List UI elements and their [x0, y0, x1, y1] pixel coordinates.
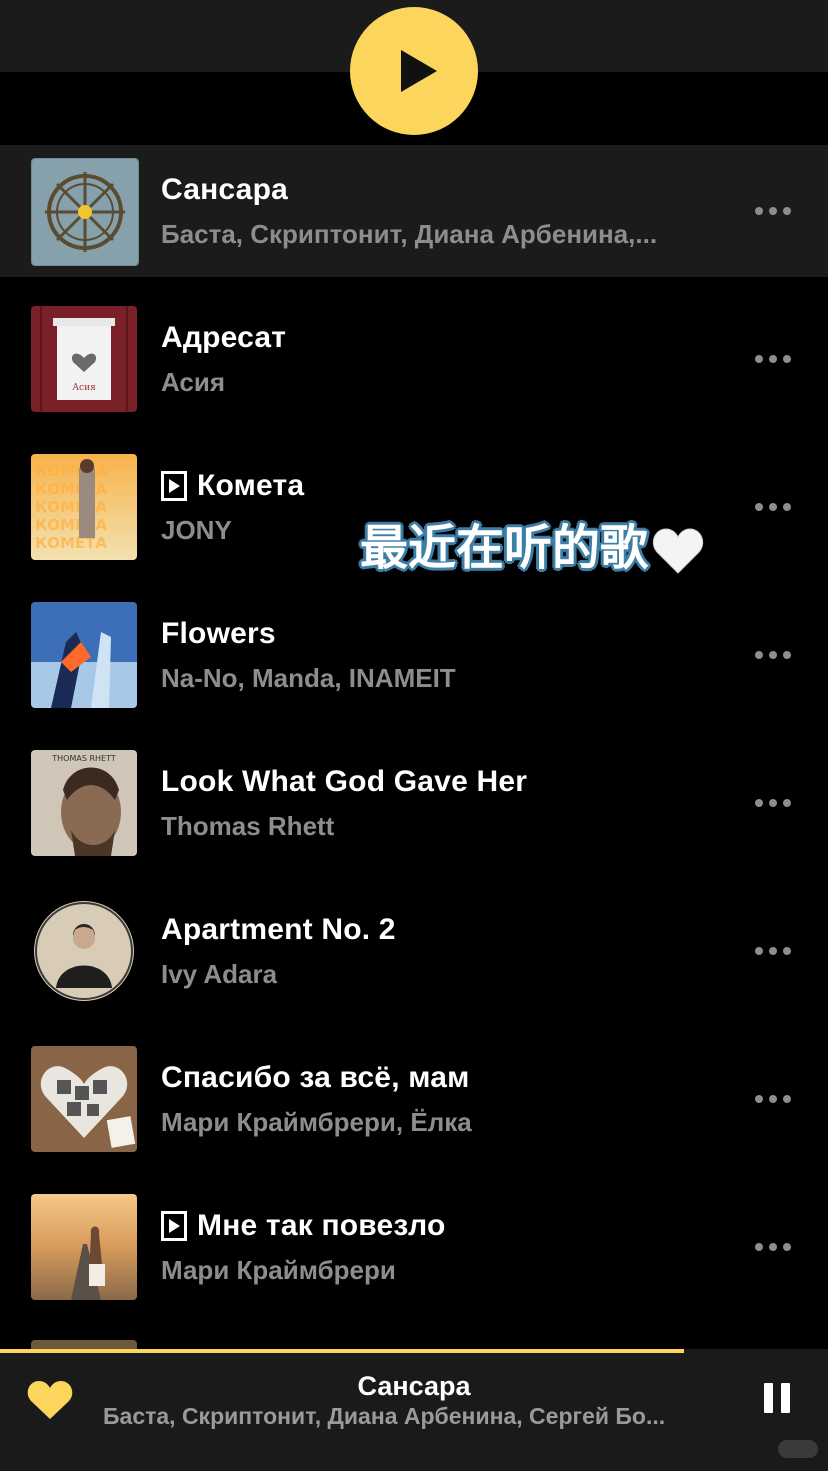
- svg-text:КОМЕТА: КОМЕТА: [35, 498, 107, 516]
- track-title: Look What God Gave Her: [161, 765, 528, 798]
- track-artist: Na-No, Manda, INAMEIT: [161, 663, 456, 693]
- track-row[interactable]: Мне так повезло Мари Краймбрери: [0, 1181, 828, 1313]
- mini-player[interactable]: Сансара Баста, Скриптонит, Диана Арбенин…: [0, 1349, 828, 1471]
- overlay-caption: 最近在听的歌: [360, 508, 704, 578]
- more-button[interactable]: [748, 789, 798, 817]
- overlay-caption-text: 最近在听的歌: [360, 520, 649, 576]
- svg-text:КОМЕТА: КОМЕТА: [35, 462, 107, 480]
- album-cover: [31, 602, 137, 708]
- progress-bar[interactable]: [0, 1349, 684, 1353]
- album-cover: КОМЕТА КОМЕТА КОМЕТА КОМЕТА КОМЕТА: [31, 454, 137, 560]
- track-row[interactable]: Спасибо за всё, мам Мари Краймбрери, Ёлк…: [0, 1033, 828, 1165]
- more-button[interactable]: [748, 345, 798, 373]
- track-row[interactable]: Flowers Na-No, Manda, INAMEIT: [0, 589, 828, 721]
- track-title: Apartment No. 2: [161, 913, 396, 946]
- watermark: [778, 1440, 818, 1458]
- more-button[interactable]: [748, 197, 798, 225]
- track-artist: JONY: [161, 515, 232, 545]
- now-playing-artist[interactable]: Баста, Скриптонит, Диана Арбенина, Серге…: [103, 1403, 725, 1430]
- track-artist: Мари Краймбрери, Ёлка: [161, 1107, 472, 1137]
- track-artist: Асия: [161, 367, 226, 397]
- track-artist: Мари Краймбрери: [161, 1255, 396, 1285]
- track-row[interactable]: THOMAS RHETT Look What God Gave Her Thom…: [0, 737, 828, 869]
- track-title: Сансара: [161, 173, 288, 206]
- track-row[interactable]: Сансара Баста, Скриптонит, Диана Арбенин…: [0, 145, 828, 277]
- track-title: Спасибо за всё, мам: [161, 1061, 470, 1094]
- play-button[interactable]: [350, 7, 478, 135]
- track-title: Мне так повезло: [197, 1209, 446, 1242]
- album-cover: [31, 898, 137, 1004]
- play-icon: [401, 50, 437, 92]
- video-icon: [161, 471, 187, 501]
- track-title: Адресат: [161, 321, 287, 354]
- svg-text:КОМЕТА: КОМЕТА: [35, 480, 107, 498]
- track-row[interactable]: Apartment No. 2 Ivy Adara: [0, 885, 828, 1017]
- now-playing-title[interactable]: Сансара: [0, 1371, 828, 1402]
- more-button[interactable]: [748, 493, 798, 521]
- track-title: Flowers: [161, 617, 276, 650]
- more-button[interactable]: [748, 937, 798, 965]
- video-icon: [161, 1211, 187, 1241]
- more-button[interactable]: [748, 641, 798, 669]
- track-artist: Ivy Adara: [161, 959, 278, 989]
- white-heart-icon: [652, 528, 704, 574]
- more-button[interactable]: [748, 1233, 798, 1261]
- track-row[interactable]: Асия Адресат Асия: [0, 293, 828, 425]
- album-cover: THOMAS RHETT: [31, 750, 137, 856]
- track-title: Комета: [197, 469, 305, 502]
- more-button[interactable]: [748, 1085, 798, 1113]
- svg-text:КОМЕТА: КОМЕТА: [35, 516, 107, 534]
- pause-button[interactable]: [764, 1383, 794, 1415]
- album-cover: Асия: [31, 306, 137, 412]
- svg-text:КОМЕТА: КОМЕТА: [35, 534, 107, 552]
- svg-text:THOMAS RHETT: THOMAS RHETT: [51, 754, 116, 763]
- album-cover: [31, 1194, 137, 1300]
- track-artist: Баста, Скриптонит, Диана Арбенина,...: [161, 219, 658, 249]
- album-cover: [31, 158, 139, 266]
- svg-text:Асия: Асия: [72, 383, 96, 393]
- track-artist: Thomas Rhett: [161, 811, 335, 841]
- album-cover: [31, 1046, 137, 1152]
